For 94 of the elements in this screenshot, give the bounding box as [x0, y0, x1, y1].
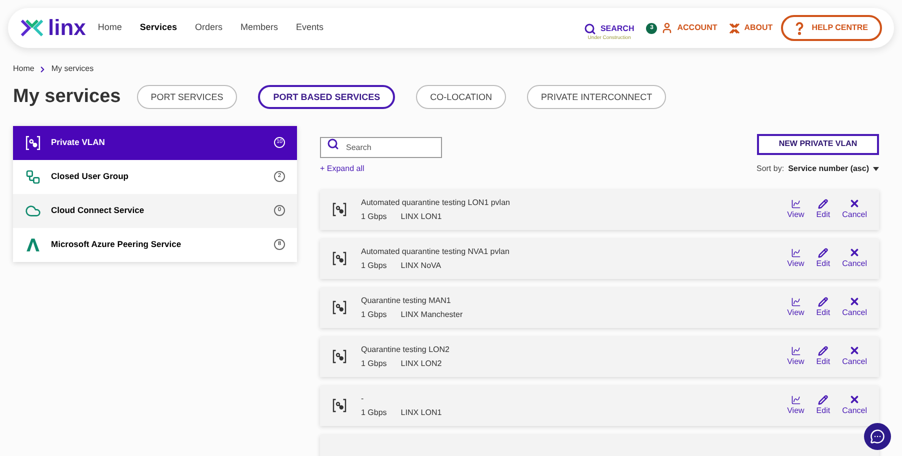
chart-icon [790, 346, 801, 356]
pencil-icon [818, 248, 828, 258]
card-action-button[interactable]: Edit [816, 346, 830, 368]
service-type-label: Closed User Group [51, 170, 130, 183]
account-link[interactable]: ACCOUNT [661, 22, 718, 34]
service-name: Automated quarantine testing LON1 pvlan [361, 196, 511, 208]
service-tab[interactable]: PORT SERVICES [136, 85, 238, 110]
service-location: LINX NoVA [400, 260, 442, 272]
service-tab[interactable]: PRIVATE INTERCONNECT [526, 85, 666, 110]
cross-pattern-icon [729, 22, 740, 34]
service-location: LINX Manchester [400, 308, 463, 320]
bracket-nodes-icon [332, 398, 347, 413]
expand-all-link[interactable]: + Expand all [320, 162, 364, 174]
chart-icon [790, 198, 801, 208]
service-name: Quarantine testing LON2 [361, 344, 450, 356]
bracket-nodes-icon [332, 251, 347, 266]
caret-icon [873, 166, 879, 170]
service-type-label: Cloud Connect Service [51, 204, 146, 217]
card-action-button[interactable]: View [787, 346, 804, 368]
pencil-icon [818, 198, 828, 208]
card-action-button[interactable]: Edit [816, 198, 830, 220]
breadcrumb-link[interactable]: Home [13, 63, 34, 75]
bracket-nodes-icon [25, 134, 41, 150]
close-icon [849, 198, 860, 209]
service-tab[interactable]: PORT BASED SERVICES [258, 85, 396, 110]
search-link[interactable]: SEARCH [584, 23, 634, 36]
service-name: - [361, 392, 365, 404]
user-icon [661, 22, 674, 34]
service-type-label: Microsoft Azure Peering Service [51, 238, 182, 251]
service-speed: 1 Gbps [361, 210, 387, 222]
card-action-button[interactable]: Cancel [842, 247, 867, 270]
nav-link[interactable]: Members [240, 21, 278, 35]
service-card[interactable]: Automated quarantine testing NVA1 pvlan 1 Gbps LINX NoVA View Edit Cancel [320, 238, 879, 278]
nav-link[interactable]: Home [98, 21, 122, 35]
chart-icon [790, 248, 801, 258]
card-action-button[interactable]: View [787, 198, 804, 220]
search-field[interactable]: Search [320, 136, 442, 158]
cloud-icon [25, 202, 41, 218]
service-card[interactable]: Automated quarantine testing LON1 pvlan 1 Gbps LINX LON1 View Edit Cancel [320, 190, 879, 230]
azure-icon [25, 236, 41, 252]
card-action-button[interactable]: Edit [816, 296, 830, 318]
service-speed: 1 Gbps [361, 358, 387, 370]
service-card[interactable]: - 1 Gbps LINX LON1 View Edit Cancel [320, 386, 879, 426]
about-link[interactable]: ABOUT [729, 22, 773, 34]
card-action-button[interactable]: Cancel [842, 296, 867, 319]
chart-icon [790, 296, 801, 306]
linx-logo-icon [20, 18, 44, 38]
breadcrumb-current: My services [51, 63, 94, 75]
service-name: Quarantine testing MAN1 [361, 294, 452, 306]
service-location: LINX LON2 [400, 358, 442, 370]
close-icon [849, 296, 860, 307]
nav-link[interactable]: Services [140, 21, 177, 35]
card-action-button[interactable]: Edit [816, 394, 830, 416]
service-name: Automated quarantine testing NVA1 pvlan [361, 246, 510, 258]
page-title: My services [13, 85, 121, 109]
chart-icon [790, 394, 801, 404]
service-speed: 1 Gbps [361, 308, 387, 320]
linx-wordmark: linx [48, 17, 86, 39]
search-icon [327, 138, 339, 150]
sort-label: Sort by: [756, 162, 784, 174]
chat-button[interactable] [864, 423, 891, 450]
help-centre-button[interactable]: HELP CENTRE [780, 15, 882, 41]
bracket-nodes-icon [332, 349, 347, 364]
nav-link[interactable]: Events [296, 21, 324, 35]
service-location: LINX LON1 [400, 406, 442, 418]
service-speed: 1 Gbps [361, 260, 387, 272]
service-location: LINX LON1 [400, 210, 442, 222]
network-icon [25, 168, 41, 184]
card-action-button[interactable]: Cancel [842, 394, 867, 417]
pencil-icon [818, 296, 828, 306]
card-action-button[interactable]: Cancel [842, 198, 867, 221]
pencil-icon [818, 394, 828, 404]
close-icon [849, 247, 860, 258]
card-action-button[interactable]: Edit [816, 248, 830, 270]
service-type-label: Private VLAN [51, 136, 106, 149]
chat-icon [870, 429, 885, 444]
pencil-icon [818, 346, 828, 356]
service-card[interactable]: Quarantine testing MAN1 1 Gbps LINX Manchester View Edit Cancel [320, 288, 879, 328]
nav-link[interactable]: Orders [194, 21, 222, 35]
close-icon [849, 345, 860, 356]
search-icon [584, 23, 596, 36]
sort-dropdown[interactable]: Service number (asc) [788, 162, 879, 174]
bracket-nodes-icon [332, 300, 347, 315]
new-private-vlan-button[interactable]: NEW PRIVATE VLAN [757, 134, 879, 154]
service-card[interactable]: Quarantine testing LON2 1 Gbps LINX LON2 View Edit Cancel [320, 336, 879, 376]
close-icon [849, 394, 860, 405]
card-action-button[interactable]: View [787, 296, 804, 318]
service-speed: 1 Gbps [361, 406, 387, 418]
service-tab[interactable]: CO-LOCATION [416, 85, 506, 110]
card-action-button[interactable]: View [787, 248, 804, 270]
card-action-button[interactable]: View [787, 394, 804, 416]
bracket-nodes-icon [332, 202, 347, 217]
card-action-button[interactable]: Cancel [842, 345, 867, 368]
question-mark-icon [794, 22, 804, 34]
